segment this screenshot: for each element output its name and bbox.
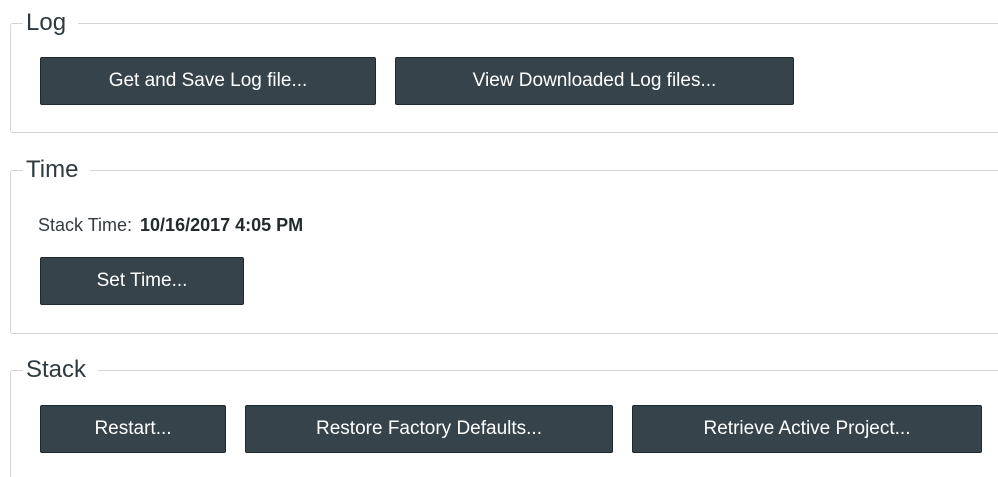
time-group-title: Time [23, 156, 91, 184]
restart-button[interactable]: Restart... [40, 405, 226, 453]
time-group: Time [10, 156, 998, 334]
get-and-save-log-button[interactable]: Get and Save Log file... [40, 57, 376, 105]
restore-factory-defaults-button[interactable]: Restore Factory Defaults... [245, 405, 613, 453]
view-downloaded-logs-button[interactable]: View Downloaded Log files... [395, 57, 794, 105]
settings-page: Log Get and Save Log file... View Downlo… [0, 0, 998, 477]
log-group-title: Log [23, 9, 79, 37]
set-time-button[interactable]: Set Time... [40, 257, 244, 305]
stack-time-value: 10/16/2017 4:05 PM [140, 214, 304, 235]
stack-time-row: Stack Time: 10/16/2017 4:05 PM [38, 212, 303, 238]
retrieve-active-project-button[interactable]: Retrieve Active Project... [632, 405, 982, 453]
stack-time-label: Stack Time: [38, 214, 133, 235]
stack-group-title: Stack [23, 356, 99, 384]
